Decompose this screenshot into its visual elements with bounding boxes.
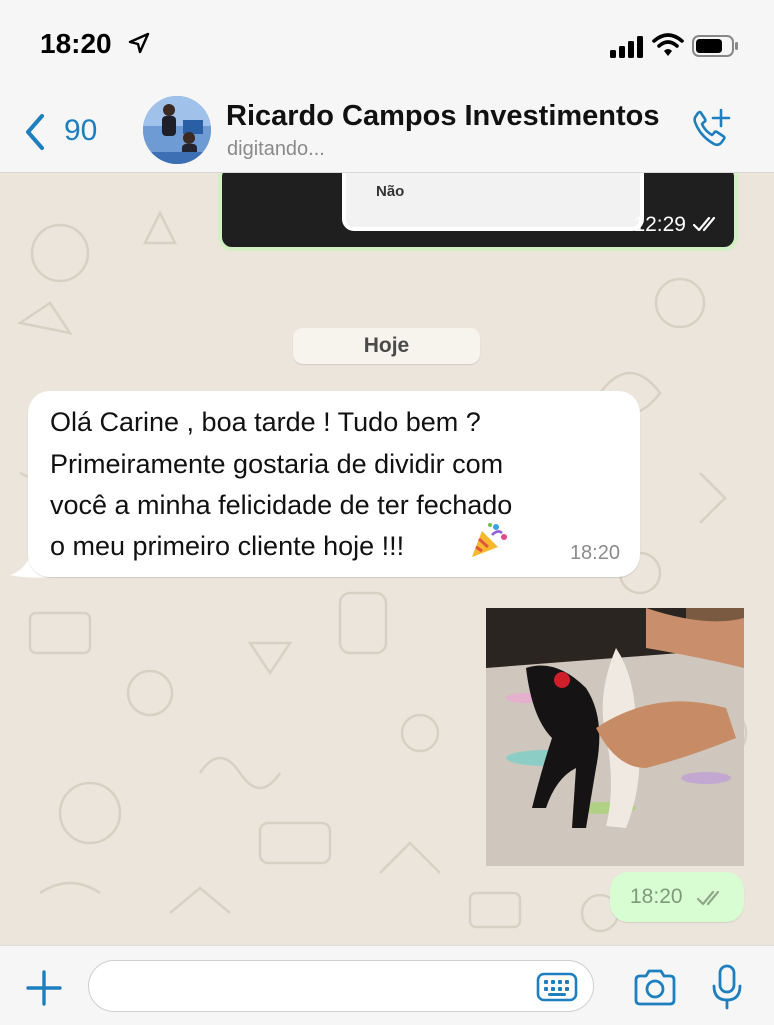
previous-poll-message[interactable]: Não 12:29	[218, 173, 738, 251]
poll-option[interactable]: Não	[376, 183, 404, 200]
message-line: Primeiramente gostaria de dividir com	[50, 449, 504, 479]
wifi-icon	[652, 33, 684, 56]
keyboard-icon[interactable]	[536, 972, 578, 1002]
double-check-icon	[692, 216, 716, 232]
avatar-photo	[143, 96, 211, 164]
message-input[interactable]	[88, 960, 594, 1012]
message-line: Olá Carine , boa tarde ! Tudo bem ?	[50, 407, 481, 437]
message-line: o meu primeiro cliente hoje !!!	[50, 531, 405, 561]
add-call-icon[interactable]	[688, 106, 734, 152]
unread-count[interactable]: 90	[64, 114, 97, 148]
camera-icon[interactable]	[632, 968, 678, 1008]
outgoing-photo[interactable]	[486, 608, 744, 866]
party-popper-icon	[472, 523, 507, 557]
composer-bar	[0, 945, 774, 1025]
chat-header: 90 Ricardo Campos Investimentos digitand…	[0, 90, 774, 173]
microphone-icon[interactable]	[710, 964, 744, 1010]
location-arrow-icon	[128, 32, 150, 54]
incoming-message[interactable]: Olá Carine , boa tarde ! Tudo bem ? Prim…	[28, 391, 640, 577]
message-time: 12:29	[633, 213, 686, 236]
avatar[interactable]	[143, 96, 211, 164]
date-separator: Hoje	[293, 328, 480, 364]
status-bar: 18:20	[0, 0, 774, 90]
battery-icon	[692, 35, 738, 57]
chat-area[interactable]: Não 12:29 Hoje Olá Carine , boa tarde ! …	[0, 173, 774, 945]
cell-signal-icon	[610, 36, 643, 58]
contact-name[interactable]: Ricardo Campos Investimentos	[226, 100, 660, 133]
outgoing-media-meta[interactable]: 18:20	[610, 872, 744, 922]
double-check-icon	[696, 890, 720, 906]
message-time: 18:20	[630, 885, 683, 908]
poll-card[interactable]: Não	[342, 173, 644, 231]
message-time: 18:20	[569, 542, 620, 564]
typing-status: digitando...	[227, 138, 325, 160]
plus-icon[interactable]	[24, 968, 64, 1008]
status-time: 18:20	[40, 28, 112, 59]
chevron-left-icon[interactable]	[22, 112, 48, 152]
photo-content	[486, 608, 744, 866]
message-line: você a minha felicidade de ter fechado	[50, 490, 513, 520]
